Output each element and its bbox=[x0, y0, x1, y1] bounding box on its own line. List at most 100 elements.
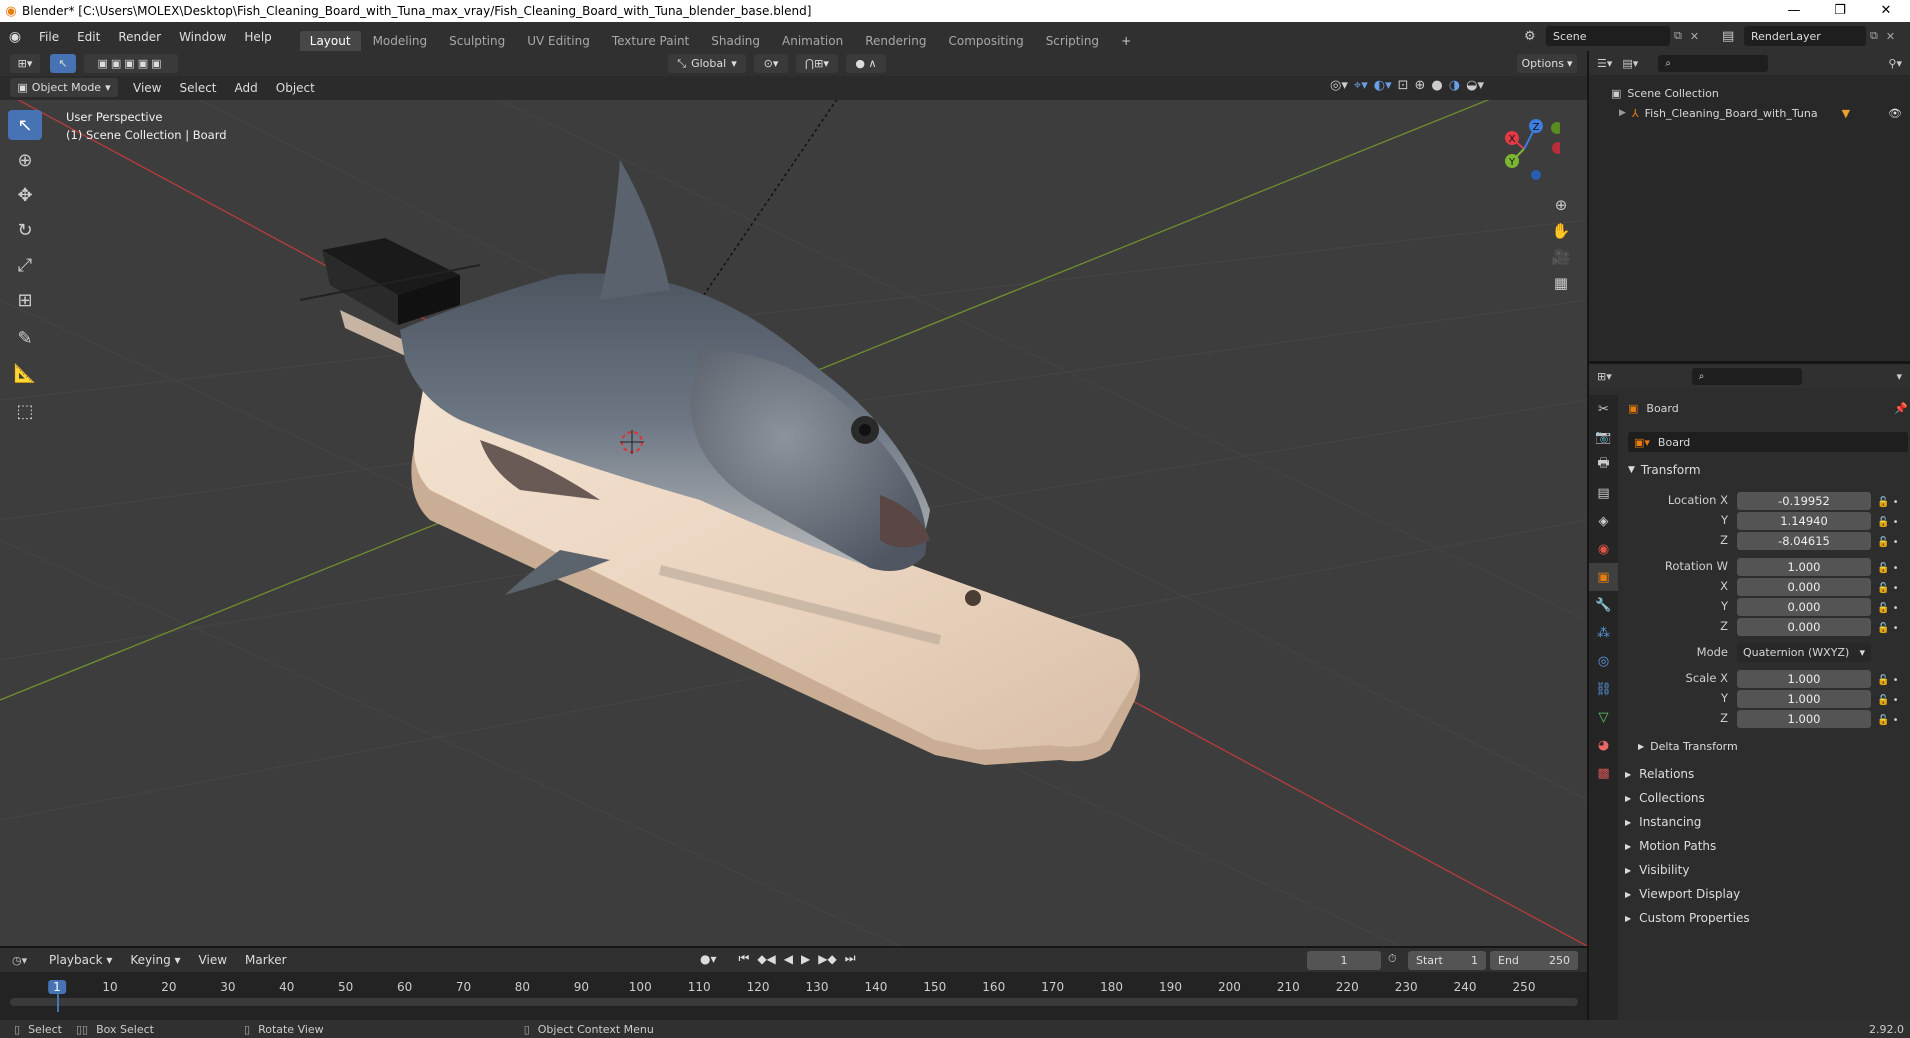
menu-keying[interactable]: Keying ▾ bbox=[121, 953, 189, 967]
visibility-filter-icon[interactable]: ◎▾ bbox=[1330, 78, 1348, 93]
scene-icon[interactable]: ⚙ bbox=[1524, 29, 1546, 44]
tab-animation[interactable]: Animation bbox=[772, 31, 853, 51]
prev-keyframe-icon[interactable]: ◆◀ bbox=[757, 952, 775, 966]
annotate-tool-icon[interactable]: ✎ bbox=[8, 323, 42, 353]
select-box-tool-icon[interactable]: ↖ bbox=[8, 110, 42, 140]
view-layer-icon[interactable]: ▤ bbox=[1722, 29, 1744, 44]
pan-hand-icon[interactable]: ✋ bbox=[1548, 218, 1574, 244]
snap-icon[interactable]: ⋂⊞▾ bbox=[796, 54, 838, 73]
delta-transform-subpanel[interactable]: ▶ Delta Transform bbox=[1638, 740, 1738, 753]
scene-field[interactable]: Scene bbox=[1546, 26, 1670, 46]
menu-timeline-view[interactable]: View bbox=[190, 953, 236, 967]
outliner-row-scene-collection[interactable]: ▣ Scene Collection bbox=[1589, 83, 1910, 103]
delete-scene-icon[interactable]: ✕ bbox=[1690, 30, 1699, 43]
view-layer-field[interactable]: RenderLayer bbox=[1744, 26, 1866, 46]
lock-icon[interactable]: 🔓 • bbox=[1877, 559, 1899, 579]
lock-icon[interactable]: 🔓 • bbox=[1877, 493, 1899, 513]
jump-start-icon[interactable]: ⏮ bbox=[739, 951, 750, 966]
object-tab-icon[interactable]: ▣ bbox=[1589, 563, 1618, 591]
transform-tool-icon[interactable]: ⊞ bbox=[8, 285, 42, 315]
particles-tab-icon[interactable]: ⁂ bbox=[1589, 619, 1618, 647]
new-scene-icon[interactable]: ⧉ bbox=[1674, 29, 1682, 43]
menu-help[interactable]: Help bbox=[235, 30, 280, 44]
menu-render[interactable]: Render bbox=[109, 30, 170, 44]
select-tool-icon[interactable]: ↖ bbox=[50, 54, 76, 73]
current-frame-marker[interactable]: 1 bbox=[48, 980, 66, 994]
restore-icon[interactable]: ❐ bbox=[1817, 0, 1863, 22]
location-x-field[interactable]: -0.19952 bbox=[1737, 492, 1871, 510]
selection-mode-icons[interactable]: ▣▣▣▣▣ bbox=[84, 54, 178, 73]
menu-marker[interactable]: Marker bbox=[236, 953, 295, 967]
next-keyframe-icon[interactable]: ▶◆ bbox=[818, 952, 836, 966]
tab-shading[interactable]: Shading bbox=[701, 31, 770, 51]
new-view-layer-icon[interactable]: ⧉ bbox=[1870, 29, 1878, 43]
minimize-icon[interactable]: — bbox=[1771, 0, 1817, 22]
lock-icon[interactable]: 🔓 • bbox=[1877, 671, 1899, 691]
tab-sculpting[interactable]: Sculpting bbox=[439, 31, 515, 51]
menu-window[interactable]: Window bbox=[170, 30, 235, 44]
solid-shading-icon[interactable]: ● bbox=[1431, 78, 1442, 93]
navigation-gizmo[interactable]: X Y Z bbox=[1490, 114, 1560, 184]
timeline-editor-type-icon[interactable]: ◷▾ bbox=[12, 954, 40, 967]
filter-icon[interactable]: ⚲▾ bbox=[1888, 57, 1902, 70]
close-icon[interactable]: ✕ bbox=[1863, 0, 1909, 22]
data-tab-icon[interactable]: ▽ bbox=[1589, 703, 1618, 731]
location-z-field[interactable]: -8.04615 bbox=[1737, 532, 1871, 550]
start-frame-field[interactable]: Start 1 bbox=[1408, 951, 1486, 970]
tool-tab-icon[interactable]: ✂ bbox=[1589, 395, 1618, 423]
tab-scripting[interactable]: Scripting bbox=[1036, 31, 1109, 51]
motion-paths-panel-header[interactable]: ▶ Motion Paths bbox=[1625, 834, 1907, 858]
menu-edit[interactable]: Edit bbox=[68, 30, 109, 44]
tab-modeling[interactable]: Modeling bbox=[363, 31, 438, 51]
gizmo-toggle-icon[interactable]: ⌖▾ bbox=[1354, 78, 1368, 93]
lock-icon[interactable]: 🔓 • bbox=[1877, 513, 1899, 533]
modifier-tab-icon[interactable]: 🔧 bbox=[1589, 591, 1618, 619]
rotation-w-field[interactable]: 1.000 bbox=[1737, 558, 1871, 576]
blender-menu-icon[interactable]: ◉ bbox=[0, 29, 30, 45]
render-tab-icon[interactable]: 📷 bbox=[1589, 423, 1618, 451]
custom-properties-panel-header[interactable]: ▶ Custom Properties bbox=[1625, 906, 1907, 930]
outliner-editor-type-icon[interactable]: ☰▾ bbox=[1597, 57, 1612, 70]
visibility-eye-icon[interactable]: 👁 bbox=[1888, 107, 1910, 120]
menu-view[interactable]: View bbox=[124, 81, 170, 95]
rendered-shading-icon[interactable]: ◒▾ bbox=[1466, 78, 1484, 93]
play-icon[interactable]: ▶ bbox=[801, 952, 810, 966]
menu-playback[interactable]: Playback ▾ bbox=[40, 953, 121, 967]
properties-search-input[interactable]: ⌕ bbox=[1691, 367, 1802, 385]
visibility-panel-header[interactable]: ▶ Visibility bbox=[1625, 858, 1907, 882]
constraints-tab-icon[interactable]: ⛓ bbox=[1589, 675, 1618, 703]
options-dropdown[interactable]: Options ▾ bbox=[1517, 54, 1577, 73]
viewport-display-panel-header[interactable]: ▶ Viewport Display bbox=[1625, 882, 1907, 906]
tab-layout[interactable]: Layout bbox=[299, 31, 361, 51]
editor-type-icon[interactable]: ⊞▾ bbox=[10, 54, 40, 73]
object-name-field[interactable]: ▣▾ Board bbox=[1628, 432, 1908, 452]
scale-z-field[interactable]: 1.000 bbox=[1737, 710, 1871, 728]
zoom-icon[interactable]: ⊕ bbox=[1548, 192, 1574, 218]
properties-editor-type-icon[interactable]: ⊞▾ bbox=[1597, 370, 1612, 383]
add-cube-tool-icon[interactable]: ⬚ bbox=[8, 396, 42, 426]
lock-icon[interactable]: 🔓 • bbox=[1877, 599, 1899, 619]
preview-range-icon[interactable]: ⏱ bbox=[1388, 952, 1397, 966]
lock-icon[interactable]: 🔓 • bbox=[1877, 691, 1899, 711]
rotation-z-field[interactable]: 0.000 bbox=[1737, 618, 1871, 636]
collections-panel-header[interactable]: ▶ Collections bbox=[1625, 786, 1907, 810]
cursor-tool-icon[interactable]: ⊕ bbox=[8, 145, 42, 175]
current-frame-field[interactable]: 1 bbox=[1307, 951, 1381, 970]
material-tab-icon[interactable]: ◕ bbox=[1589, 731, 1618, 759]
world-tab-icon[interactable]: ◉ bbox=[1589, 535, 1618, 563]
menu-add[interactable]: Add bbox=[226, 81, 267, 95]
lock-icon[interactable]: 🔓 • bbox=[1877, 533, 1899, 553]
move-tool-icon[interactable]: ✥ bbox=[8, 180, 42, 210]
wireframe-shading-icon[interactable]: ⊕ bbox=[1415, 78, 1426, 93]
properties-options-icon[interactable]: ▾ bbox=[1896, 370, 1902, 383]
record-keyframe-icon[interactable]: ●▾ bbox=[700, 952, 717, 966]
delete-view-layer-icon[interactable]: ✕ bbox=[1886, 30, 1895, 43]
lock-icon[interactable]: 🔓 • bbox=[1877, 579, 1899, 599]
scale-y-field[interactable]: 1.000 bbox=[1737, 690, 1871, 708]
ortho-toggle-icon[interactable]: ▦ bbox=[1548, 270, 1574, 296]
expand-arrow-icon[interactable]: ▶ bbox=[1619, 108, 1626, 118]
camera-view-icon[interactable]: 🎥 bbox=[1548, 244, 1574, 270]
scene-tab-icon[interactable]: ◈ bbox=[1589, 507, 1618, 535]
display-mode-icon[interactable]: ▤▾ bbox=[1622, 57, 1638, 70]
outliner-row-object[interactable]: ▶ ⅄ Fish_Cleaning_Board_with_Tuna ▼ 👁 bbox=[1589, 103, 1910, 123]
